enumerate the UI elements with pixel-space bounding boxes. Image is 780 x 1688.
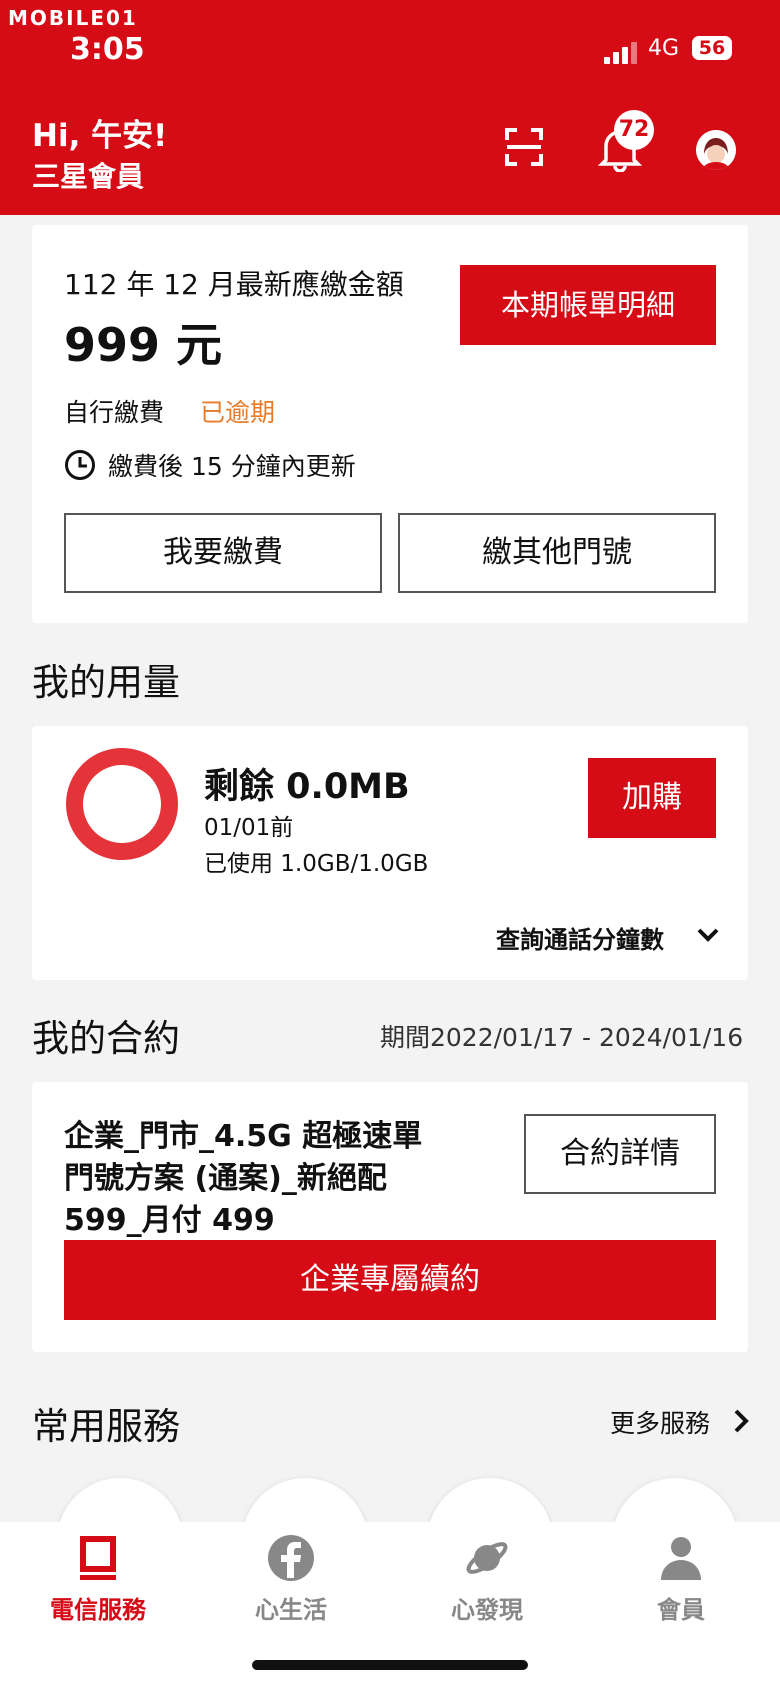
plan-name: 企業_門市_4.5G 超極速單 門號方案 (通案)_新絕配 599_月付 499 — [64, 1116, 484, 1242]
scan-icon[interactable] — [505, 128, 543, 166]
bill-title: 112 年 12 月最新應繳金額 — [64, 268, 404, 301]
chevron-down-icon[interactable] — [696, 924, 720, 944]
more-services-link[interactable]: 更多服務 — [610, 1404, 710, 1440]
tab-label: 電信服務 — [50, 1596, 146, 1624]
avatar-icon — [696, 130, 736, 170]
tab-telecom[interactable]: 電信服務 — [18, 1534, 178, 1625]
avatar[interactable] — [696, 130, 736, 170]
person-icon — [661, 1537, 701, 1580]
tab-member[interactable]: 會員 — [601, 1534, 761, 1625]
bill-card: 112 年 12 月最新應繳金額 999 元 本期帳單明細 自行繳費 已逾期 繳… — [32, 225, 748, 623]
contract-card: 企業_門市_4.5G 超極速單 門號方案 (通案)_新絕配 599_月付 499… — [32, 1082, 748, 1352]
update-note: 繳費後 15 分鐘內更新 — [108, 452, 356, 481]
tab-life[interactable]: 心生活 — [211, 1534, 371, 1625]
member-level[interactable]: 三星會員 — [32, 155, 144, 195]
tab-label: 會員 — [657, 1596, 705, 1624]
bill-detail-button[interactable]: 本期帳單明細 — [460, 265, 716, 345]
notification-badge: 72 — [614, 110, 654, 150]
add-data-button[interactable]: 加購 — [588, 758, 716, 838]
remaining-data: 剩餘 0.0MB — [204, 767, 410, 807]
contract-section-title: 我的合約 — [32, 1017, 180, 1060]
battery-icon: 56 — [692, 36, 732, 60]
tab-discover[interactable]: 心發現 — [407, 1534, 567, 1625]
usage-ring — [66, 748, 178, 860]
plan-line: 企業_門市_4.5G 超極速單 — [64, 1119, 423, 1154]
tab-label: 心生活 — [255, 1596, 327, 1624]
bill-amount: 999 元 — [64, 318, 223, 372]
facebook-icon — [268, 1535, 314, 1581]
watermark: MOBILE01 — [8, 6, 138, 30]
status-time: 3:05 — [70, 32, 145, 67]
expiry-date: 01/01前 — [204, 815, 294, 841]
renew-contract-button[interactable]: 企業專屬續約 — [64, 1240, 716, 1320]
plan-line: 門號方案 (通案)_新絕配 — [64, 1161, 387, 1196]
services-section-title: 常用服務 — [32, 1405, 180, 1448]
signal-icon — [604, 40, 640, 64]
pay-other-number-button[interactable]: 繳其他門號 — [398, 513, 716, 593]
usage-section-title: 我的用量 — [32, 661, 180, 704]
telecom-icon — [80, 1536, 116, 1580]
app-header: MOBILE01 3:05 4G 56 Hi, 午安! 三星會員 72 — [0, 0, 780, 215]
pay-button[interactable]: 我要繳費 — [64, 513, 382, 593]
query-minutes-link[interactable]: 查詢通話分鐘數 — [496, 920, 664, 955]
network-type: 4G — [648, 36, 680, 61]
home-indicator[interactable] — [252, 1660, 528, 1670]
clock-icon — [65, 450, 95, 480]
plan-line: 599_月付 499 — [64, 1203, 275, 1238]
contract-detail-button[interactable]: 合約詳情 — [524, 1114, 716, 1194]
tab-label: 心發現 — [451, 1596, 523, 1624]
planet-icon — [466, 1542, 508, 1574]
overdue-status: 已逾期 — [200, 398, 276, 427]
used-data: 已使用 1.0GB/1.0GB — [204, 851, 429, 877]
pay-method: 自行繳費 — [64, 398, 165, 427]
chevron-right-icon[interactable] — [730, 1408, 752, 1434]
contract-period: 期間2022/01/17 - 2024/01/16 — [380, 1023, 744, 1052]
greeting: Hi, 午安! — [32, 118, 168, 154]
usage-card: 剩餘 0.0MB 01/01前 已使用 1.0GB/1.0GB 加購 查詢通話分… — [32, 726, 748, 980]
